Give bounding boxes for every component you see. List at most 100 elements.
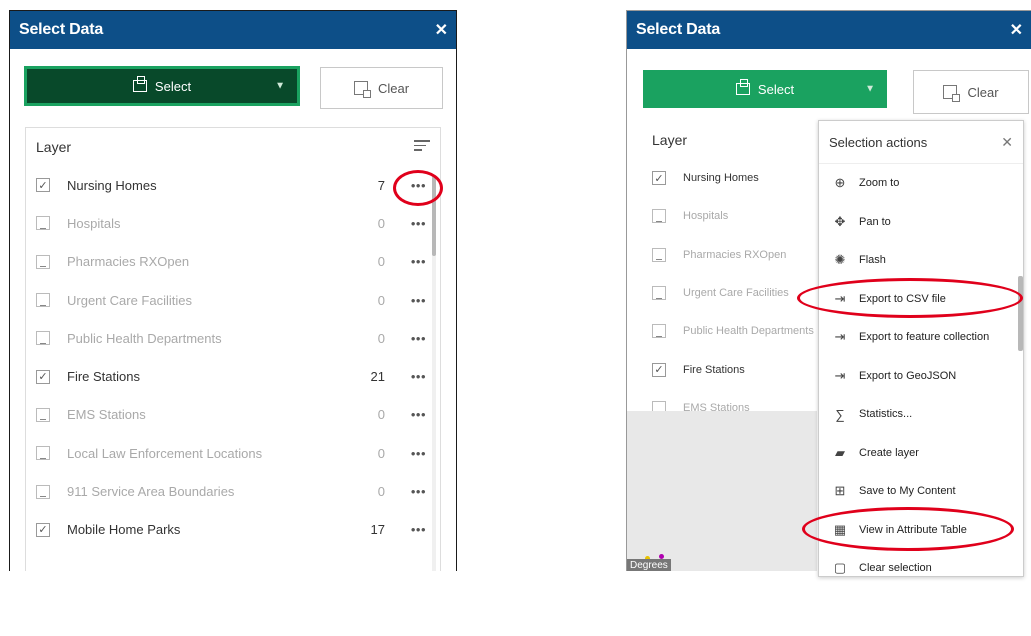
chevron-down-icon[interactable]: ▼ — [865, 84, 875, 95]
action-item[interactable]: ⇥ Export to feature collection — [819, 318, 1023, 357]
select-data-panel-left: Select Data ✕ Select ▼ Clear Layer ✓ Nurs… — [9, 10, 457, 571]
layer-count: 17 — [370, 522, 385, 538]
scrollbar-thumb[interactable] — [1018, 276, 1023, 351]
clear-button[interactable]: Clear — [320, 67, 443, 109]
layer-label: Mobile Home Parks — [67, 522, 181, 538]
layer-row[interactable]: Hospitals 0 ••• — [26, 204, 440, 242]
layer-list: Layer ✓ Nursing Homes 7 ••• Hospitals 0 ••• Pha… — [25, 127, 441, 571]
map-scale-label: Degrees — [627, 559, 671, 571]
layer-row[interactable]: Local Law Enforcement Locations 0 ••• — [26, 434, 440, 472]
layer-row[interactable]: Pharmacies RXOpen 0 ••• — [26, 243, 440, 281]
scrollbar[interactable] — [1018, 276, 1023, 636]
layer-checkbox[interactable] — [36, 254, 50, 269]
action-item[interactable]: ▢ Clear selection — [819, 549, 1023, 588]
layer-label: EMS Stations — [67, 407, 146, 423]
action-label: Zoom to — [859, 177, 900, 190]
layer-checkbox[interactable] — [36, 331, 50, 346]
layer-label: Hospitals — [683, 210, 729, 223]
action-item[interactable]: ▦ View in Attribute Table — [819, 511, 1023, 550]
popup-title: Selection actions — [829, 134, 928, 150]
export-icon: ⇥ — [834, 367, 846, 383]
layer-count: 21 — [370, 369, 385, 385]
action-label: Save to My Content — [859, 485, 956, 498]
scrollbar-thumb[interactable] — [432, 176, 436, 256]
action-label: Export to CSV file — [859, 292, 946, 305]
clear-icon — [943, 85, 961, 102]
sort-filter-icon[interactable] — [414, 140, 430, 154]
layer-list-header: Layer — [26, 128, 440, 166]
select-icon — [735, 79, 750, 95]
more-options-icon[interactable]: ••• — [411, 254, 426, 269]
layer-label: Pharmacies RXOpen — [683, 248, 787, 261]
scrollbar[interactable] — [432, 176, 436, 571]
close-icon[interactable]: ✕ — [435, 20, 448, 40]
layer-checkbox[interactable] — [36, 446, 50, 461]
more-options-icon[interactable]: ••• — [411, 293, 426, 308]
layer-label: 911 Service Area Boundaries — [67, 484, 235, 500]
action-item[interactable]: ⊞ Save to My Content — [819, 472, 1023, 511]
layer-row[interactable]: ✓ Fire Stations 21 ••• — [26, 357, 440, 395]
layer-checkbox[interactable]: ✓ — [652, 362, 666, 377]
layer-checkbox[interactable] — [36, 407, 50, 422]
panel-title-bar: Select Data ✕ — [10, 11, 456, 49]
layer-count: 0 — [377, 215, 385, 231]
action-label: Flash — [859, 254, 886, 267]
layer-count: 0 — [377, 254, 385, 270]
action-item[interactable]: ⊕ Zoom to — [819, 164, 1023, 203]
action-item[interactable]: ✥ Pan to — [819, 203, 1023, 242]
layer-label: Public Health Departments — [67, 330, 222, 346]
action-item[interactable]: ⇥ Export to GeoJSON — [819, 357, 1023, 396]
action-item[interactable]: ▰ Create layer — [819, 434, 1023, 473]
layer-label: Public Health Departments — [683, 325, 814, 338]
layer-icon: ▰ — [835, 444, 845, 460]
action-item[interactable]: ∑ Statistics... — [819, 395, 1023, 434]
sigma-icon: ∑ — [835, 406, 845, 422]
layer-row[interactable]: ✓ Nursing Homes 7 ••• — [26, 166, 440, 204]
layer-row[interactable]: EMS Stations 0 ••• — [26, 396, 440, 434]
layer-checkbox[interactable]: ✓ — [36, 522, 50, 537]
chevron-down-icon[interactable]: ▼ — [275, 81, 285, 92]
layer-row[interactable]: Public Health Departments 0 ••• — [26, 319, 440, 357]
export-icon: ⇥ — [834, 329, 846, 345]
more-options-icon[interactable]: ••• — [411, 522, 426, 537]
layer-checkbox[interactable] — [652, 209, 666, 224]
layer-label: Pharmacies RXOpen — [67, 254, 190, 270]
more-options-icon[interactable]: ••• — [411, 407, 426, 422]
more-options-icon[interactable]: ••• — [411, 331, 426, 346]
layer-label: Hospitals — [67, 215, 121, 231]
action-item[interactable]: ✺ Flash — [819, 241, 1023, 280]
action-item[interactable]: ⇥ Export to CSV file — [819, 280, 1023, 319]
map-background[interactable]: Degrees — [627, 411, 817, 571]
action-label: Clear selection — [859, 562, 932, 575]
layer-checkbox[interactable] — [36, 484, 50, 499]
layer-row[interactable]: Urgent Care Facilities 0 ••• — [26, 281, 440, 319]
export-icon: ⇥ — [834, 290, 846, 306]
close-icon[interactable]: ✕ — [1001, 134, 1013, 151]
layer-checkbox[interactable] — [36, 216, 50, 231]
more-options-icon[interactable]: ••• — [411, 484, 426, 499]
select-button[interactable]: Select ▼ — [643, 70, 887, 108]
more-options-icon[interactable]: ••• — [411, 178, 426, 193]
layer-count: 0 — [377, 292, 385, 308]
more-options-icon[interactable]: ••• — [411, 216, 426, 231]
action-label: Export to GeoJSON — [859, 369, 957, 382]
layer-checkbox[interactable]: ✓ — [652, 171, 666, 186]
more-options-icon[interactable]: ••• — [411, 446, 426, 461]
layer-checkbox[interactable]: ✓ — [36, 178, 50, 193]
close-icon[interactable]: ✕ — [1010, 20, 1023, 40]
clear-button[interactable]: Clear — [913, 70, 1029, 114]
layer-checkbox[interactable] — [652, 247, 666, 262]
layer-checkbox[interactable] — [36, 293, 50, 308]
layer-checkbox[interactable] — [652, 324, 666, 339]
more-options-icon[interactable]: ••• — [411, 369, 426, 384]
select-button-label: Select — [757, 81, 795, 97]
layer-count: 0 — [377, 445, 385, 461]
layer-checkbox[interactable]: ✓ — [36, 369, 50, 384]
layer-row[interactable]: ✓ Mobile Home Parks 17 ••• — [26, 511, 440, 549]
layer-row[interactable]: 911 Service Area Boundaries 0 ••• — [26, 472, 440, 510]
action-label: Pan to — [859, 215, 891, 228]
select-button[interactable]: Select ▼ — [24, 66, 300, 106]
layer-header-label: Layer — [652, 132, 688, 148]
layer-checkbox[interactable] — [652, 286, 666, 301]
clear-icon: ▢ — [833, 560, 847, 576]
